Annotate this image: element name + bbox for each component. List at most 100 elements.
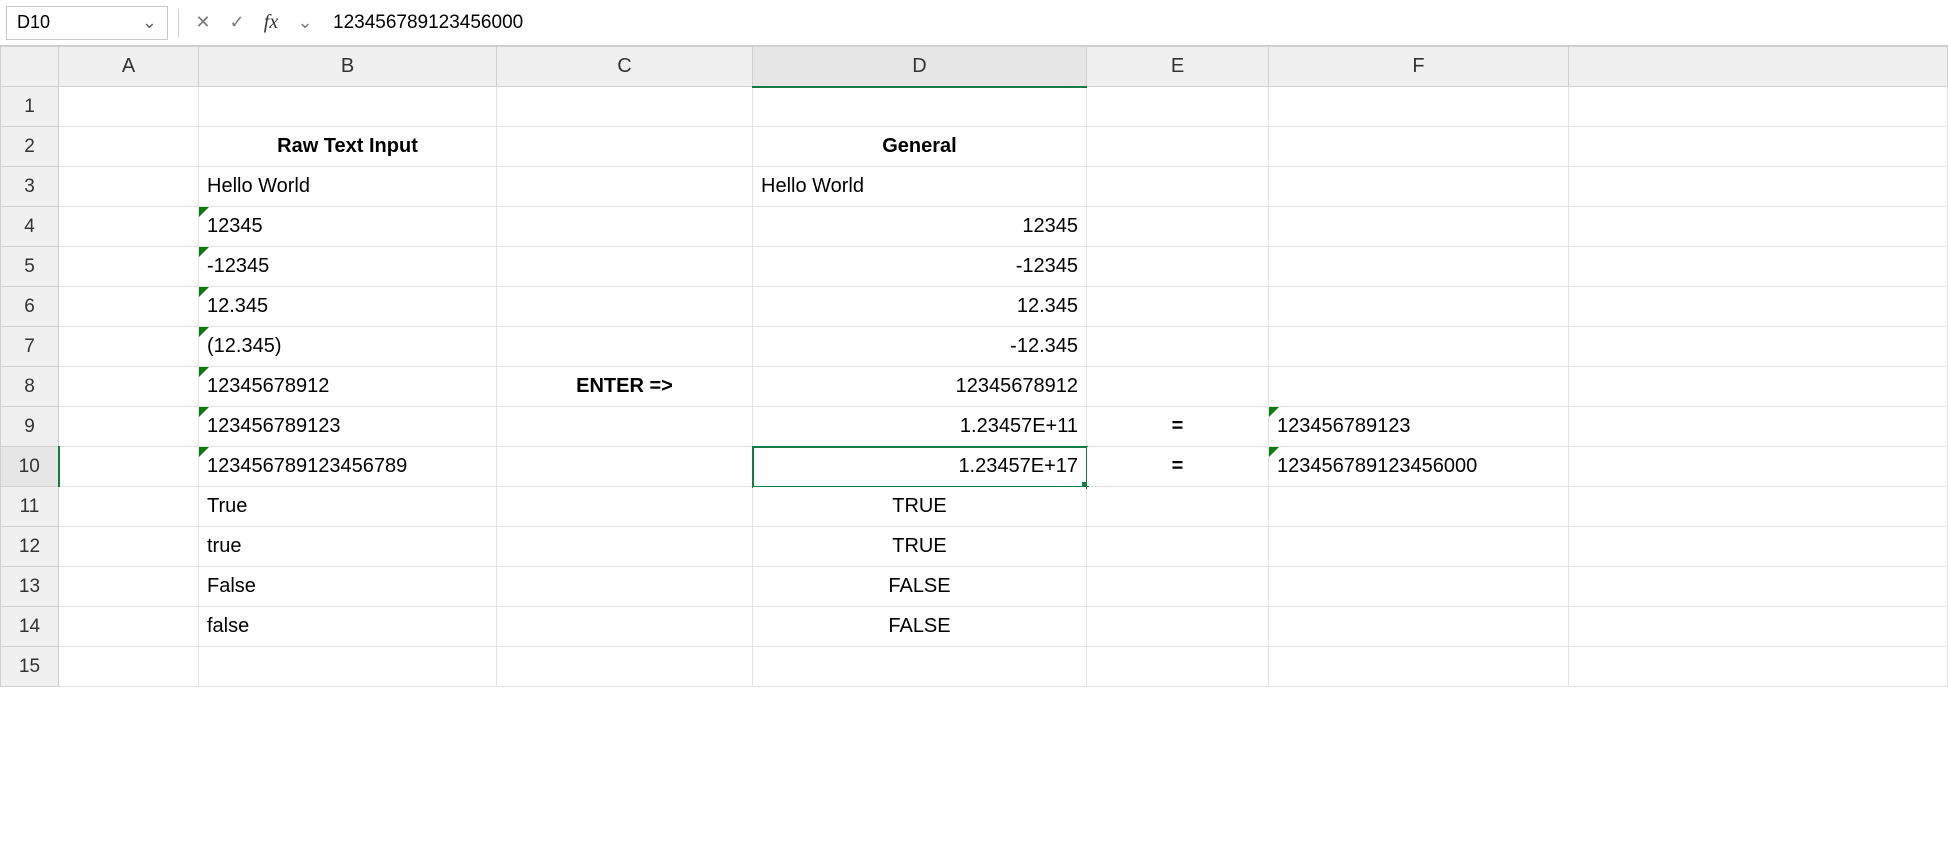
row-header-15[interactable]: 15	[1, 647, 59, 687]
cell-E10[interactable]: =	[1087, 447, 1269, 487]
cell-blank[interactable]	[1569, 487, 1948, 527]
cell-B15[interactable]	[199, 647, 497, 687]
cell-C12[interactable]	[497, 527, 753, 567]
cell-F2[interactable]	[1269, 127, 1569, 167]
cell-blank[interactable]	[1569, 367, 1948, 407]
row-header-7[interactable]: 7	[1, 327, 59, 367]
cell-D6[interactable]: 12.345	[753, 287, 1087, 327]
cell-B11[interactable]: True	[199, 487, 497, 527]
row-header-5[interactable]: 5	[1, 247, 59, 287]
cell-E12[interactable]	[1087, 527, 1269, 567]
cell-A8[interactable]	[59, 367, 199, 407]
cell-blank[interactable]	[1569, 527, 1948, 567]
cell-A2[interactable]	[59, 127, 199, 167]
cell-A7[interactable]	[59, 327, 199, 367]
cell-A15[interactable]	[59, 647, 199, 687]
cell-E14[interactable]	[1087, 607, 1269, 647]
row-header-11[interactable]: 11	[1, 487, 59, 527]
cell-D9[interactable]: 1.23457E+11	[753, 407, 1087, 447]
cell-D8[interactable]: 12345678912	[753, 367, 1087, 407]
confirm-icon[interactable]: ✓	[223, 9, 251, 37]
cell-C4[interactable]	[497, 207, 753, 247]
cell-C14[interactable]	[497, 607, 753, 647]
cell-B1[interactable]	[199, 87, 497, 127]
cell-D15[interactable]	[753, 647, 1087, 687]
cell-C2[interactable]	[497, 127, 753, 167]
cell-blank[interactable]	[1569, 247, 1948, 287]
cell-B12[interactable]: true	[199, 527, 497, 567]
col-header-C[interactable]: C	[497, 47, 753, 87]
cell-E2[interactable]	[1087, 127, 1269, 167]
cell-C10[interactable]	[497, 447, 753, 487]
cell-A13[interactable]	[59, 567, 199, 607]
cell-E1[interactable]	[1087, 87, 1269, 127]
cell-B4[interactable]: 12345	[199, 207, 497, 247]
cell-C7[interactable]	[497, 327, 753, 367]
cell-E13[interactable]	[1087, 567, 1269, 607]
cell-D1[interactable]	[753, 87, 1087, 127]
cell-B2[interactable]: Raw Text Input	[199, 127, 497, 167]
cell-F9[interactable]: 123456789123	[1269, 407, 1569, 447]
cell-blank[interactable]	[1569, 567, 1948, 607]
cell-C1[interactable]	[497, 87, 753, 127]
cell-blank[interactable]	[1569, 127, 1948, 167]
cell-D3[interactable]: Hello World	[753, 167, 1087, 207]
cell-C11[interactable]	[497, 487, 753, 527]
cell-F13[interactable]	[1269, 567, 1569, 607]
chevron-down-icon[interactable]: ⌄	[291, 9, 319, 37]
cell-D2[interactable]: General	[753, 127, 1087, 167]
cell-F10[interactable]: 123456789123456000	[1269, 447, 1569, 487]
cell-A4[interactable]	[59, 207, 199, 247]
col-header-F[interactable]: F	[1269, 47, 1569, 87]
cell-A3[interactable]	[59, 167, 199, 207]
row-header-10[interactable]: 10	[1, 447, 59, 487]
row-header-6[interactable]: 6	[1, 287, 59, 327]
row-header-3[interactable]: 3	[1, 167, 59, 207]
cell-B3[interactable]: Hello World	[199, 167, 497, 207]
cell-C13[interactable]	[497, 567, 753, 607]
cancel-icon[interactable]: ✕	[189, 9, 217, 37]
cell-B14[interactable]: false	[199, 607, 497, 647]
cell-blank[interactable]	[1569, 87, 1948, 127]
cell-F1[interactable]	[1269, 87, 1569, 127]
cell-A5[interactable]	[59, 247, 199, 287]
row-header-9[interactable]: 9	[1, 407, 59, 447]
cell-B7[interactable]: (12.345)	[199, 327, 497, 367]
cell-blank[interactable]	[1569, 207, 1948, 247]
cell-C9[interactable]	[497, 407, 753, 447]
cell-C5[interactable]	[497, 247, 753, 287]
cell-A12[interactable]	[59, 527, 199, 567]
name-box[interactable]: D10 ⌄	[6, 6, 168, 40]
cell-B5[interactable]: -12345	[199, 247, 497, 287]
cell-D14[interactable]: FALSE	[753, 607, 1087, 647]
cell-E9[interactable]: =	[1087, 407, 1269, 447]
cell-C15[interactable]	[497, 647, 753, 687]
row-header-12[interactable]: 12	[1, 527, 59, 567]
cell-D4[interactable]: 12345	[753, 207, 1087, 247]
cell-D10[interactable]: 1.23457E+17	[753, 447, 1087, 487]
col-header-A[interactable]: A	[59, 47, 199, 87]
cell-A11[interactable]	[59, 487, 199, 527]
select-all-corner[interactable]	[1, 47, 59, 87]
cell-D7[interactable]: -12.345	[753, 327, 1087, 367]
cell-E4[interactable]	[1087, 207, 1269, 247]
col-header-D[interactable]: D	[753, 47, 1087, 87]
col-header-E[interactable]: E	[1087, 47, 1269, 87]
cell-B8[interactable]: 12345678912	[199, 367, 497, 407]
cell-C3[interactable]	[497, 167, 753, 207]
row-header-8[interactable]: 8	[1, 367, 59, 407]
cell-A9[interactable]	[59, 407, 199, 447]
row-header-4[interactable]: 4	[1, 207, 59, 247]
cell-blank[interactable]	[1569, 327, 1948, 367]
cell-C6[interactable]	[497, 287, 753, 327]
cell-B13[interactable]: False	[199, 567, 497, 607]
cell-E7[interactable]	[1087, 327, 1269, 367]
cell-F15[interactable]	[1269, 647, 1569, 687]
cell-F8[interactable]	[1269, 367, 1569, 407]
formula-input[interactable]	[325, 6, 1942, 40]
cell-F12[interactable]	[1269, 527, 1569, 567]
cell-A10[interactable]	[59, 447, 199, 487]
row-header-2[interactable]: 2	[1, 127, 59, 167]
cell-blank[interactable]	[1569, 647, 1948, 687]
cell-C8[interactable]: ENTER =>	[497, 367, 753, 407]
